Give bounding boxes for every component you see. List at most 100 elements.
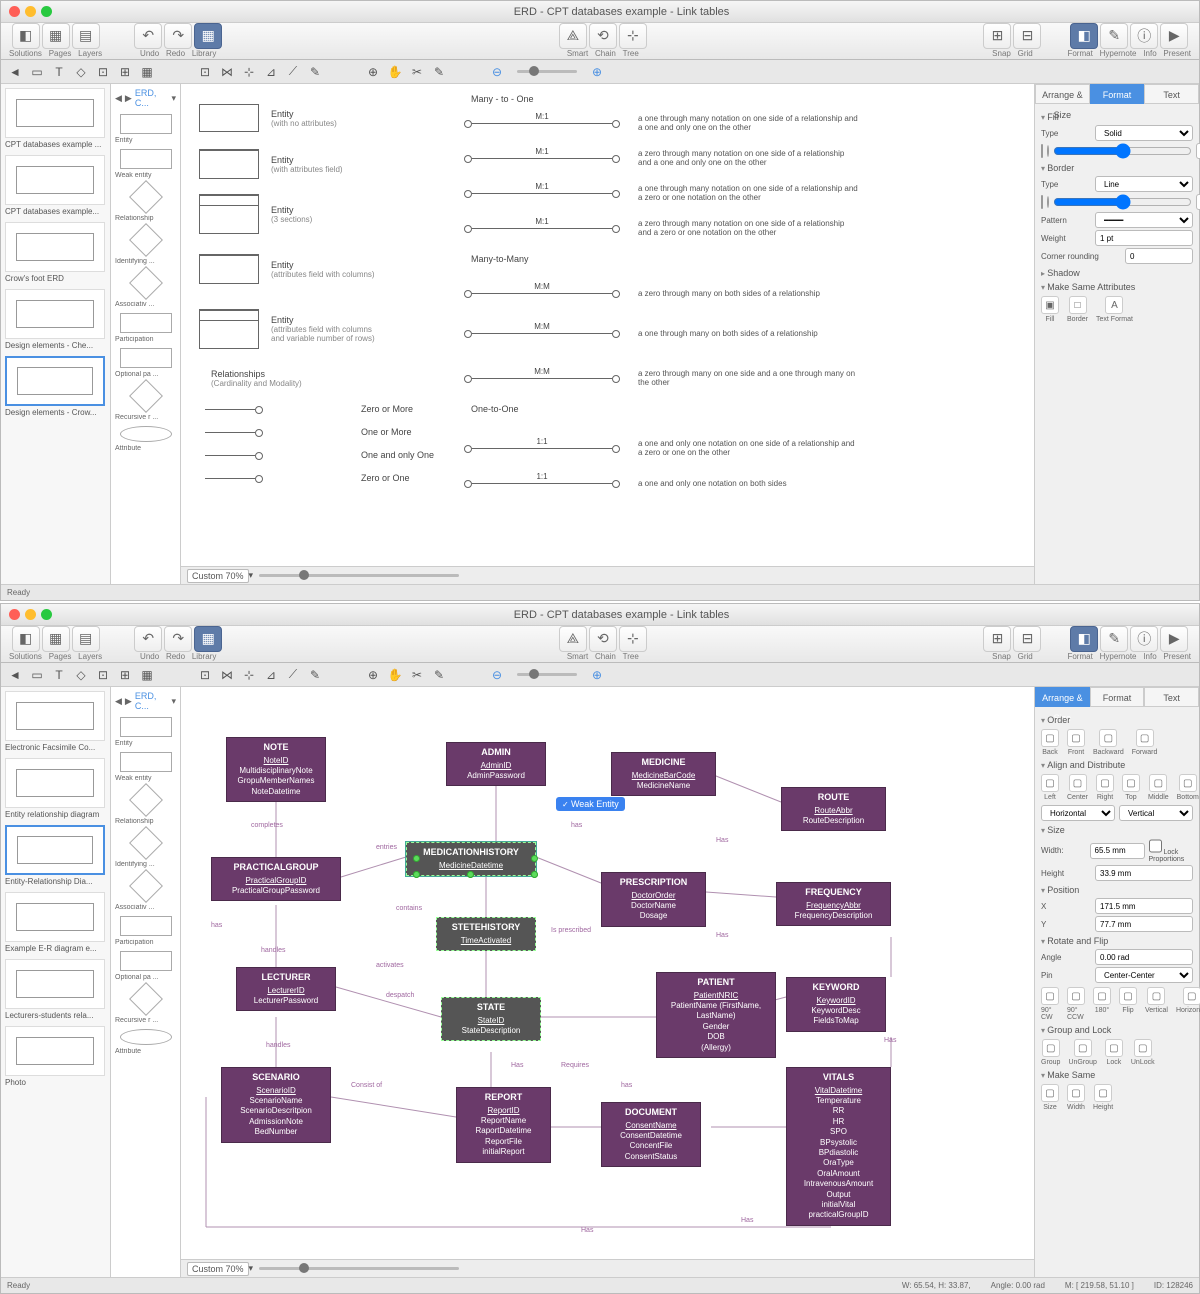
erd-entity[interactable]: VITALSVitalDatetimeTemperatureRRHRSPOBPs… bbox=[786, 1067, 891, 1226]
inspector-button[interactable]: ▢Size bbox=[1041, 1084, 1059, 1111]
pointer-icon[interactable]: ◄ bbox=[7, 64, 23, 80]
inspector-button[interactable]: ▢Center bbox=[1067, 774, 1088, 801]
erd-entity[interactable]: FREQUENCYFrequencyAbbrFrequencyDescripti… bbox=[776, 882, 891, 926]
erd-entity[interactable]: NOTENoteIDMultidisciplinaryNoteGropuMemb… bbox=[226, 737, 326, 802]
inspector-button[interactable]: ▢Group bbox=[1041, 1039, 1060, 1066]
stencil-shape[interactable] bbox=[120, 114, 172, 134]
zoom-slider[interactable] bbox=[517, 70, 577, 73]
page-thumb[interactable] bbox=[5, 959, 105, 1009]
fill-type-select[interactable]: Solid bbox=[1095, 125, 1193, 141]
inspector-button[interactable]: ▢Front bbox=[1067, 729, 1085, 756]
inspector-button[interactable]: ▢Vertical bbox=[1145, 987, 1168, 1021]
inspector-button[interactable]: ▢UnGroup bbox=[1068, 1039, 1096, 1066]
page-thumb[interactable] bbox=[5, 222, 105, 272]
inspector-button[interactable]: ▢Top bbox=[1122, 774, 1140, 801]
layers-button[interactable]: ▤ bbox=[72, 23, 100, 49]
stencil-shape[interactable] bbox=[129, 826, 163, 860]
grid-button[interactable]: ⊟ bbox=[1013, 23, 1041, 49]
inspector-button[interactable]: ▢Height bbox=[1093, 1084, 1113, 1111]
erd-entity[interactable]: ROUTERouteAbbrRouteDescription bbox=[781, 787, 886, 831]
present-button[interactable]: ▶ bbox=[1160, 23, 1188, 49]
page-thumb[interactable] bbox=[5, 289, 105, 339]
erd-entity[interactable]: ADMINAdminIDAdminPassword bbox=[446, 742, 546, 786]
inspector-button[interactable]: ▢90° CW bbox=[1041, 987, 1059, 1021]
stencil-shape[interactable] bbox=[120, 951, 172, 971]
stencil-shape[interactable] bbox=[120, 916, 172, 936]
erd-entity[interactable]: PRESCRIPTIONDoctorOrderDoctorNameDosage bbox=[601, 872, 706, 927]
inspector-button[interactable]: ▢180° bbox=[1093, 987, 1111, 1021]
cardinality-row[interactable]: One and only One bbox=[199, 450, 434, 460]
page-thumb[interactable] bbox=[5, 758, 105, 808]
tree-button[interactable]: ⊹ bbox=[619, 23, 647, 49]
notation-entity[interactable]: Entity(with attributes field) bbox=[199, 149, 381, 179]
titlebar[interactable]: ERD - CPT databases example - Link table… bbox=[1, 604, 1199, 626]
canvas-area[interactable]: Entity(with no attributes) Entity(with at… bbox=[181, 84, 1034, 566]
page-thumb[interactable] bbox=[5, 1026, 105, 1076]
maximize-icon[interactable] bbox=[41, 6, 52, 17]
erd-entity[interactable]: LECTURERLecturerIDLecturerPassword bbox=[236, 967, 336, 1011]
notation-entity[interactable]: Entity(with no attributes) bbox=[199, 104, 381, 132]
relation-example[interactable]: M:Ma one through many on both sides of a… bbox=[466, 329, 858, 338]
stencil-shape[interactable] bbox=[129, 223, 163, 257]
inspector-button[interactable]: ▢UnLock bbox=[1131, 1039, 1155, 1066]
inspector-button[interactable]: ▢Back bbox=[1041, 729, 1059, 756]
stencil-shape[interactable] bbox=[120, 1029, 172, 1045]
canvas[interactable]: Entity(with no attributes) Entity(with at… bbox=[181, 84, 1034, 584]
page-thumb[interactable] bbox=[5, 691, 105, 741]
erd-entity[interactable]: DOCUMENTConsentNameConsentDatetimeConcen… bbox=[601, 1102, 701, 1167]
tab-format[interactable]: Format bbox=[1090, 84, 1145, 104]
inspector-button[interactable]: ▢Middle bbox=[1148, 774, 1169, 801]
relation-example[interactable]: 1:1a one and only one notation on one si… bbox=[466, 439, 858, 457]
smart-button[interactable]: ⟁ bbox=[559, 23, 587, 49]
cardinality-row[interactable]: Zero or One bbox=[199, 473, 410, 483]
text-icon[interactable]: T bbox=[51, 64, 67, 80]
notation-entity[interactable]: Entity(3 sections) bbox=[199, 194, 381, 234]
stencil-shape[interactable] bbox=[120, 752, 172, 772]
inspector-button[interactable]: ▢Lock bbox=[1105, 1039, 1123, 1066]
inspector-button[interactable]: ▢Flip bbox=[1119, 987, 1137, 1021]
page-thumb[interactable] bbox=[5, 155, 105, 205]
stencil-shape[interactable] bbox=[129, 783, 163, 817]
minimize-icon[interactable] bbox=[25, 609, 36, 620]
cardinality-row[interactable]: Zero or More bbox=[199, 404, 413, 414]
stencil-shape[interactable] bbox=[129, 180, 163, 214]
erd-entity[interactable]: STATEStateIDStateDescription bbox=[441, 997, 541, 1041]
undo-button[interactable]: ↶ bbox=[134, 23, 162, 49]
tab-text[interactable]: Text bbox=[1144, 687, 1199, 707]
stencil-shape[interactable] bbox=[120, 313, 172, 333]
relation-example[interactable]: M:Ma zero through many on one side and a… bbox=[466, 369, 858, 387]
inspector-button[interactable]: ▢Right bbox=[1096, 774, 1114, 801]
select-icon[interactable]: ▭ bbox=[29, 64, 45, 80]
border-color-swatch[interactable] bbox=[1041, 195, 1043, 209]
inspector-button[interactable]: ▢Backward bbox=[1093, 729, 1124, 756]
zoom-out-icon[interactable]: ⊖ bbox=[489, 64, 505, 80]
stencil-shape[interactable] bbox=[129, 982, 163, 1016]
page-thumb[interactable] bbox=[5, 892, 105, 942]
canvas[interactable]: Weak Entity NOTENoteIDMultidisciplinaryN… bbox=[181, 687, 1034, 1277]
page-thumb[interactable] bbox=[5, 88, 105, 138]
minimize-icon[interactable] bbox=[25, 6, 36, 17]
cardinality-row[interactable]: One or More bbox=[199, 427, 412, 437]
info-button[interactable]: ⓘ bbox=[1130, 23, 1158, 49]
tab-text[interactable]: Text bbox=[1144, 84, 1199, 104]
stencil-shape[interactable] bbox=[120, 426, 172, 442]
erd-entity[interactable]: REPORTReportIDReportNameRaportDatetimeRe… bbox=[456, 1087, 551, 1163]
pages-button[interactable]: ▦ bbox=[42, 23, 70, 49]
erd-entity[interactable]: PRACTICALGROUPPracticalGroupIDPracticalG… bbox=[211, 857, 341, 901]
solutions-button[interactable]: ◧ bbox=[12, 23, 40, 49]
tab-arrange[interactable]: Arrange & Size bbox=[1035, 84, 1090, 104]
color-wheel-icon[interactable] bbox=[1047, 145, 1049, 157]
relation-example[interactable]: M:1a zero through many notation on one s… bbox=[466, 219, 858, 237]
redo-button[interactable]: ↷ bbox=[164, 23, 192, 49]
stencil-shape[interactable] bbox=[120, 717, 172, 737]
relation-example[interactable]: M:Ma zero through many on both sides of … bbox=[466, 289, 858, 298]
stencil-shape[interactable] bbox=[129, 869, 163, 903]
stencil-shape[interactable] bbox=[120, 149, 172, 169]
inspector-button[interactable]: ▢90° CCW bbox=[1067, 987, 1085, 1021]
stencil-shape[interactable] bbox=[129, 379, 163, 413]
erd-entity[interactable]: MEDICATIONHISTORYMedicineDatetime bbox=[406, 842, 536, 876]
inspector-button[interactable]: ▢Forward bbox=[1132, 729, 1158, 756]
inspector-button[interactable]: ▢Left bbox=[1041, 774, 1059, 801]
inspector-button[interactable]: ▢Horizontal bbox=[1176, 987, 1200, 1021]
stencil-shape[interactable] bbox=[120, 348, 172, 368]
